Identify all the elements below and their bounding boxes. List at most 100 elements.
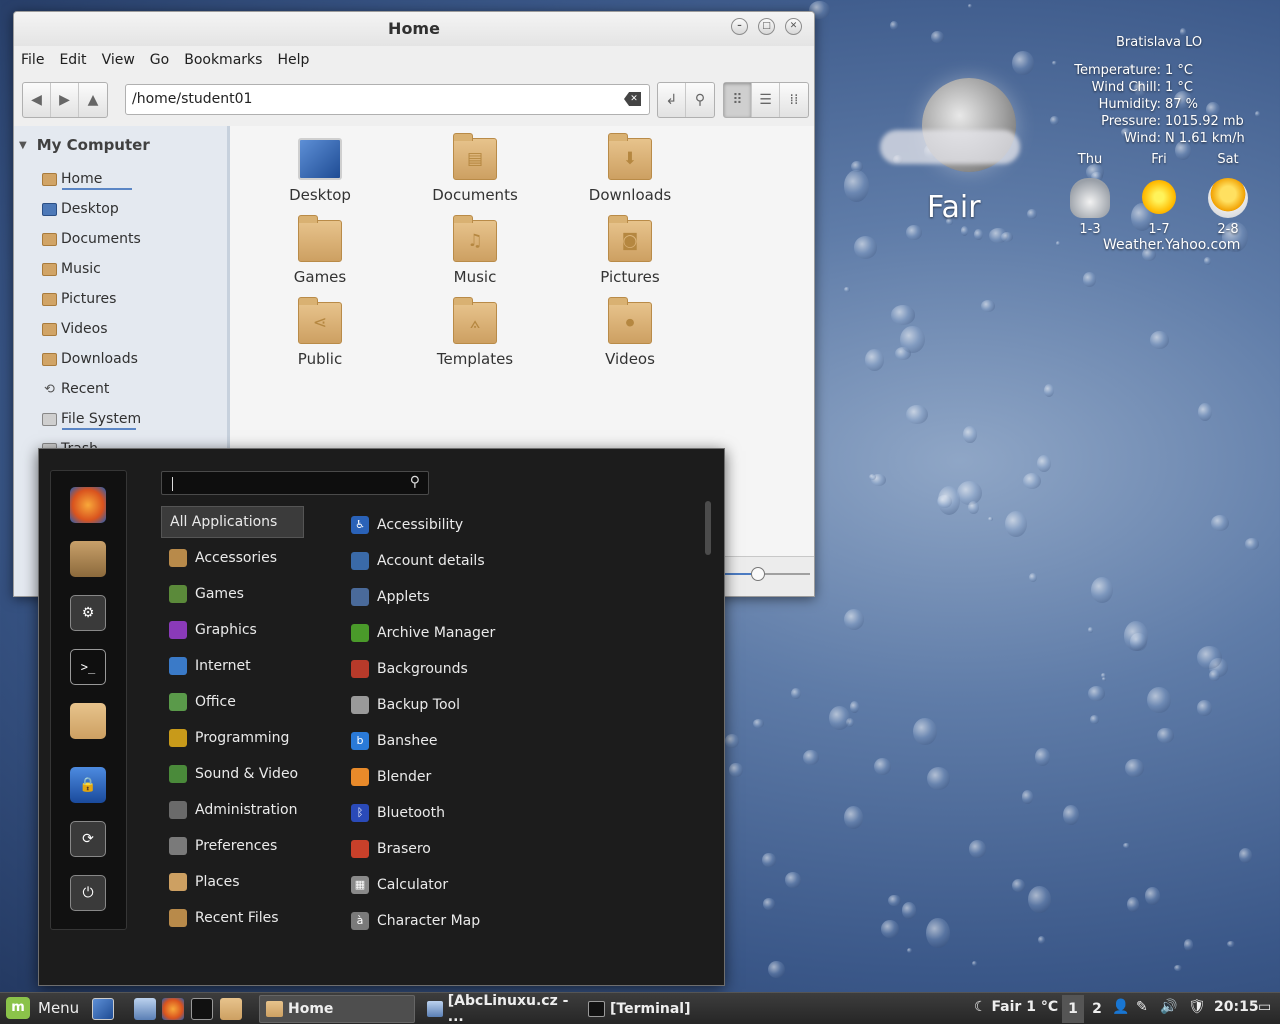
file-item[interactable]: ⬇ Downloads [560, 130, 700, 204]
rain-drop [1062, 804, 1079, 826]
category-all-applications[interactable]: All Applications [161, 506, 304, 538]
category-games[interactable]: Games [161, 578, 304, 610]
file-item[interactable]: Games [250, 212, 390, 286]
maximize-button[interactable]: □ [758, 18, 775, 35]
up-button[interactable]: ▲ [79, 83, 107, 117]
sidebar-item-documents[interactable]: Documents [14, 224, 227, 254]
file-item[interactable]: ◙ Pictures [560, 212, 700, 286]
zoom-slider[interactable] [724, 567, 810, 581]
close-button[interactable]: ✕ [785, 18, 802, 35]
menu-help[interactable]: Help [277, 52, 309, 68]
category-places[interactable]: Places [161, 866, 304, 898]
power-icon[interactable]: ⏻ [70, 875, 106, 911]
show-desktop-icon[interactable]: ▭ [1258, 999, 1271, 1015]
menu-search-input[interactable]: ⚲ [161, 471, 429, 495]
app-account-details[interactable]: Account details [351, 546, 485, 576]
app-blender[interactable]: Blender [351, 762, 431, 792]
app-calculator[interactable]: ▦ Calculator [351, 870, 448, 900]
task-terminal[interactable]: [Terminal] [582, 995, 742, 1023]
menu-edit[interactable]: Edit [59, 52, 86, 68]
location-bar[interactable]: /home/student01 ✕ [125, 84, 650, 115]
rain-drop [1090, 577, 1114, 604]
terminal-icon[interactable]: >_ [70, 649, 106, 685]
app-banshee[interactable]: b Banshee [351, 726, 437, 756]
rain-drop [1037, 935, 1045, 944]
category-administration[interactable]: Administration [161, 794, 304, 826]
menu-bookmarks[interactable]: Bookmarks [184, 52, 262, 68]
minimize-button[interactable]: – [731, 18, 748, 35]
app-list-scrollbar[interactable] [705, 501, 711, 555]
browser-icon[interactable] [134, 998, 156, 1020]
zoom-slider-handle[interactable] [751, 567, 766, 581]
firefox-icon[interactable] [70, 487, 106, 523]
file-item[interactable]: ♫ Music [405, 212, 545, 286]
system-settings-icon[interactable]: ⚙ [70, 595, 106, 631]
menu-button[interactable]: m Menu [6, 997, 79, 1019]
firefox-icon[interactable] [162, 998, 184, 1020]
sidebar-item-pictures[interactable]: Pictures [14, 284, 227, 314]
category-recent-files[interactable]: Recent Files [161, 902, 304, 934]
task-home[interactable]: Home [259, 995, 415, 1023]
category-preferences[interactable]: Preferences [161, 830, 304, 862]
places-icon [169, 873, 187, 891]
file-item[interactable]: Desktop [250, 130, 390, 204]
lock-screen-icon[interactable]: 🔒 [70, 767, 106, 803]
window-titlebar[interactable]: Home – □ ✕ [14, 12, 814, 46]
app-backup-tool[interactable]: Backup Tool [351, 690, 460, 720]
sidebar-item-file-system[interactable]: File System [14, 404, 227, 434]
files-icon[interactable] [220, 998, 242, 1020]
category-office[interactable]: Office [161, 686, 304, 718]
terminal-icon[interactable] [191, 998, 213, 1020]
file-item[interactable]: ⏺ Videos [560, 294, 700, 368]
list-view-button[interactable]: ☰ [752, 83, 780, 117]
sidebar-item-desktop[interactable]: Desktop [14, 194, 227, 224]
clear-location-icon[interactable]: ✕ [624, 92, 641, 106]
toggle-location-button[interactable]: ↲ [658, 83, 686, 117]
network-icon[interactable]: ✎ [1136, 999, 1148, 1015]
search-button[interactable]: ⚲ [686, 83, 714, 117]
forecast-fri: Fri 1-7 [1129, 152, 1189, 237]
menu-file[interactable]: File [21, 52, 44, 68]
menu-go[interactable]: Go [150, 52, 169, 68]
file-item[interactable]: ⟑ Templates [405, 294, 545, 368]
logout-icon[interactable]: ⟳ [70, 821, 106, 857]
app-backgrounds[interactable]: Backgrounds [351, 654, 468, 684]
app-applets[interactable]: Applets [351, 582, 430, 612]
sidebar-item-music[interactable]: Music [14, 254, 227, 284]
file-item[interactable]: ⋖ Public [250, 294, 390, 368]
software-manager-icon[interactable] [70, 541, 106, 577]
sidebar-item-recent[interactable]: ⟲ Recent [14, 374, 227, 404]
update-shield-icon[interactable]: 🛡 [1188, 999, 1206, 1015]
file-item[interactable]: ▤ Documents [405, 130, 545, 204]
category-accessories[interactable]: Accessories [161, 542, 304, 574]
volume-icon[interactable]: 🔊 [1160, 999, 1177, 1015]
compact-view-button[interactable]: ⁞⁞ [780, 83, 808, 117]
show-desktop-icon[interactable] [92, 998, 114, 1020]
user-icon[interactable]: 👤 [1112, 999, 1129, 1015]
category-internet[interactable]: Internet [161, 650, 304, 682]
files-icon[interactable] [70, 703, 106, 739]
app-bluetooth[interactable]: ᛒ Bluetooth [351, 798, 445, 828]
app-archive-manager[interactable]: Archive Manager [351, 618, 495, 648]
task-browser[interactable]: [AbcLinuxu.cz - ... [421, 993, 579, 1024]
category-sound-video[interactable]: Sound & Video [161, 758, 304, 790]
file-label: Games [293, 268, 347, 286]
workspace-2[interactable]: 2 [1086, 995, 1108, 1023]
forward-button[interactable]: ▶ [51, 83, 79, 117]
app-accessibility[interactable]: ♿ Accessibility [351, 510, 463, 540]
category-graphics[interactable]: Graphics [161, 614, 304, 646]
sidebar-item-home[interactable]: Home [14, 164, 227, 194]
clock[interactable]: 20:15 [1214, 999, 1259, 1015]
sidebar-header[interactable]: ▼ My Computer [14, 126, 227, 164]
icon-view-button[interactable]: ⠿ [724, 83, 752, 117]
back-button[interactable]: ◀ [23, 83, 51, 117]
weather-applet[interactable]: ☾ Fair 1 °C [974, 999, 1058, 1015]
sidebar-item-downloads[interactable]: Downloads [14, 344, 227, 374]
rain-drop [802, 749, 819, 766]
category-programming[interactable]: Programming [161, 722, 304, 754]
workspace-1[interactable]: 1 [1062, 995, 1084, 1023]
menu-view[interactable]: View [102, 52, 135, 68]
sidebar-item-videos[interactable]: Videos [14, 314, 227, 344]
app-brasero[interactable]: Brasero [351, 834, 431, 864]
app-character-map[interactable]: à Character Map [351, 906, 480, 936]
